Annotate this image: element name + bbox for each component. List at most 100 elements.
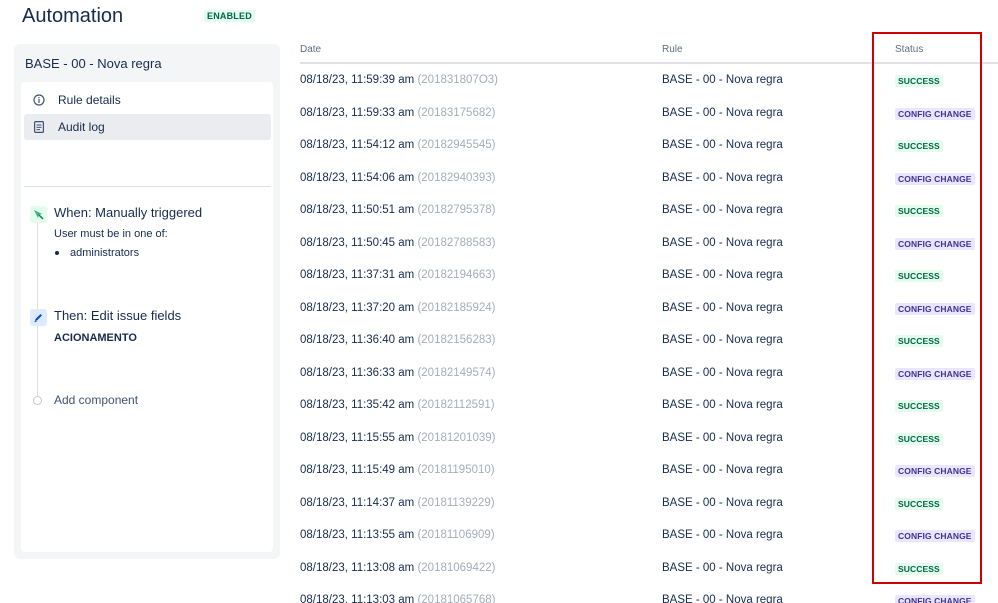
- execution-id[interactable]: (20182940393): [417, 172, 495, 184]
- cell-date: 08/18/23, 11:50:45 am (20182788583): [300, 237, 495, 249]
- table-row[interactable]: 08/18/23, 11:37:20 am (20182185924) BASE …: [300, 292, 998, 325]
- table-row[interactable]: 08/18/23, 11:50:45 am (20182788583) BASE …: [300, 227, 998, 260]
- cell-date: 08/18/23, 11:54:06 am (20182940393): [300, 172, 495, 184]
- cell-date: 08/18/23, 11:15:55 am (20181201039): [300, 432, 495, 444]
- status-badge: SUCCESS: [895, 432, 943, 445]
- table-row[interactable]: 08/18/23, 11:35:42 am (20182112591) BASE …: [300, 389, 998, 422]
- table-row[interactable]: 08/18/23, 11:54:06 am (20182940393) BASE …: [300, 162, 998, 195]
- cell-rule: BASE - 00 - Nova regra: [662, 529, 783, 541]
- menu-item-audit-log[interactable]: Audit log: [24, 114, 271, 140]
- execution-id[interactable]: (20182194663): [417, 269, 495, 281]
- execution-id[interactable]: (201831807O3): [417, 74, 498, 86]
- action-field: ACIONAMENTO: [54, 332, 137, 344]
- cell-rule: BASE - 00 - Nova regra: [662, 594, 783, 603]
- table-row[interactable]: 08/18/23, 11:15:49 am (20181195010) BASE …: [300, 454, 998, 487]
- execution-id[interactable]: (20181065768): [417, 594, 495, 603]
- execution-id[interactable]: (20181069422): [417, 562, 495, 574]
- status-badge: SUCCESS: [895, 400, 943, 412]
- group-name: administrators: [70, 247, 140, 259]
- rule-name: BASE - 00 - Nova regra: [25, 56, 162, 71]
- date-text: 08/18/23, 11:50:51 am: [300, 204, 415, 216]
- add-component-button[interactable]: Add component: [54, 393, 138, 407]
- status-badge: SUCCESS: [895, 140, 943, 152]
- trigger-condition: User must be in one of:: [54, 228, 168, 240]
- cell-rule: BASE - 00 - Nova regra: [662, 236, 783, 249]
- cell-date: 08/18/23, 11:37:20 am (20182185924): [300, 302, 495, 314]
- table-row[interactable]: 08/18/23, 11:59:39 am (201831807O3) BASE …: [300, 64, 998, 97]
- date-text: 08/18/23, 11:59:39 am: [300, 74, 415, 86]
- date-text: 08/18/23, 11:14:37 am: [300, 496, 415, 509]
- cell-date: 08/18/23, 11:50:51 am (20182795378): [300, 204, 495, 216]
- execution-id[interactable]: (20181139229): [417, 497, 494, 509]
- date-text: 08/18/23, 11:50:45 am: [300, 236, 415, 249]
- trigger-group-item: administrators: [54, 247, 139, 259]
- rule-component-panel: Rule details Audit log When: Manually tr…: [21, 82, 273, 552]
- cell-rule: BASE - 00 - Nova regra: [662, 301, 783, 314]
- table-row[interactable]: 08/18/23, 11:13:55 am (20181106909) BASE …: [300, 519, 998, 552]
- table-row[interactable]: 08/18/23, 11:13:03 am (20181065768) BASE …: [300, 584, 998, 603]
- table-row[interactable]: 08/18/23, 11:54:12 am (20182945545) BASE …: [300, 129, 998, 162]
- date-text: 08/18/23, 11:35:42 am: [300, 399, 415, 411]
- cell-rule: BASE - 00 - Nova regra: [662, 334, 783, 346]
- cell-rule: BASE - 00 - Nova regra: [662, 561, 783, 574]
- pointer-icon: [30, 206, 47, 223]
- bullet-icon: [55, 251, 59, 255]
- cell-date: 08/18/23, 11:13:08 am (20181069422): [300, 562, 495, 574]
- status-badge: ENABLED: [204, 10, 255, 22]
- cell-date: 08/18/23, 11:36:33 am (20182149574): [300, 367, 495, 379]
- date-text: 08/18/23, 11:36:40 am: [300, 334, 415, 346]
- cell-rule: BASE - 00 - Nova regra: [662, 464, 783, 476]
- status-badge: CONFIG CHANGE: [895, 530, 975, 542]
- execution-id[interactable]: (20183175682): [417, 107, 495, 119]
- execution-id[interactable]: (20181195010): [417, 464, 494, 476]
- date-text: 08/18/23, 11:54:12 am: [300, 139, 415, 151]
- date-text: 08/18/23, 11:37:31 am: [300, 269, 415, 281]
- execution-id[interactable]: (20181201039): [417, 432, 495, 444]
- execution-id[interactable]: (20182112591): [417, 399, 494, 411]
- cell-rule: BASE - 00 - Nova regra: [662, 106, 783, 119]
- cell-date: 08/18/23, 11:54:12 am (20182945545): [300, 139, 495, 151]
- menu-item-rule-details[interactable]: Rule details: [24, 87, 271, 113]
- status-badge: CONFIG CHANGE: [895, 302, 975, 315]
- execution-id[interactable]: (20182185924): [417, 302, 495, 314]
- status-badge: CONFIG CHANGE: [895, 107, 975, 120]
- execution-id[interactable]: (20182945545): [417, 139, 495, 151]
- date-text: 08/18/23, 11:15:55 am: [300, 431, 415, 444]
- table-row[interactable]: 08/18/23, 11:50:51 am (20182795378) BASE …: [300, 194, 998, 227]
- cell-date: 08/18/23, 11:14:37 am (20181139229): [300, 497, 495, 509]
- execution-id[interactable]: (20182788583): [417, 237, 495, 249]
- action-title[interactable]: Then: Edit issue fields: [54, 308, 181, 323]
- column-header-rule: Rule: [662, 44, 683, 55]
- status-badge: CONFIG CHANGE: [895, 237, 975, 250]
- table-row[interactable]: 08/18/23, 11:59:33 am (20183175682) BASE …: [300, 97, 998, 130]
- table-row[interactable]: 08/18/23, 11:15:55 am (20181201039) BASE …: [300, 422, 998, 455]
- execution-id[interactable]: (20182156283): [417, 334, 495, 346]
- cell-rule: BASE - 00 - Nova regra: [662, 496, 783, 509]
- table-header: Date Rule Status: [300, 44, 998, 64]
- table-row[interactable]: 08/18/23, 11:14:37 am (20181139229) BASE …: [300, 487, 998, 520]
- status-badge: CONFIG CHANGE: [895, 172, 975, 185]
- date-text: 08/18/23, 11:15:49 am: [300, 464, 415, 476]
- trigger-title[interactable]: When: Manually triggered: [54, 205, 202, 220]
- execution-id[interactable]: (20182795378): [417, 204, 495, 216]
- status-badge: SUCCESS: [895, 497, 943, 510]
- table-row[interactable]: 08/18/23, 11:36:33 am (20182149574) BASE …: [300, 357, 998, 390]
- menu-item-label: Rule details: [58, 93, 121, 107]
- execution-id[interactable]: (20181106909): [417, 529, 494, 541]
- document-icon: [32, 120, 46, 134]
- status-badge: SUCCESS: [895, 75, 943, 87]
- table-row[interactable]: 08/18/23, 11:36:40 am (20182156283) BASE …: [300, 324, 998, 357]
- table-row[interactable]: 08/18/23, 11:37:31 am (20182194663) BASE …: [300, 259, 998, 292]
- pencil-icon: [30, 309, 47, 326]
- cell-rule: BASE - 00 - Nova regra: [662, 139, 783, 151]
- execution-id[interactable]: (20182149574): [417, 367, 495, 379]
- date-text: 08/18/23, 11:59:33 am: [300, 106, 415, 119]
- page-title: Automation: [22, 5, 124, 27]
- cell-date: 08/18/23, 11:36:40 am (20182156283): [300, 334, 495, 346]
- status-badge: SUCCESS: [895, 205, 943, 217]
- status-badge: SUCCESS: [895, 562, 943, 575]
- date-text: 08/18/23, 11:36:33 am: [300, 366, 415, 379]
- cell-date: 08/18/23, 11:13:55 am (20181106909): [300, 529, 495, 541]
- table-row[interactable]: 08/18/23, 11:13:08 am (20181069422) BASE …: [300, 552, 998, 585]
- cell-date: 08/18/23, 11:35:42 am (20182112591): [300, 399, 495, 411]
